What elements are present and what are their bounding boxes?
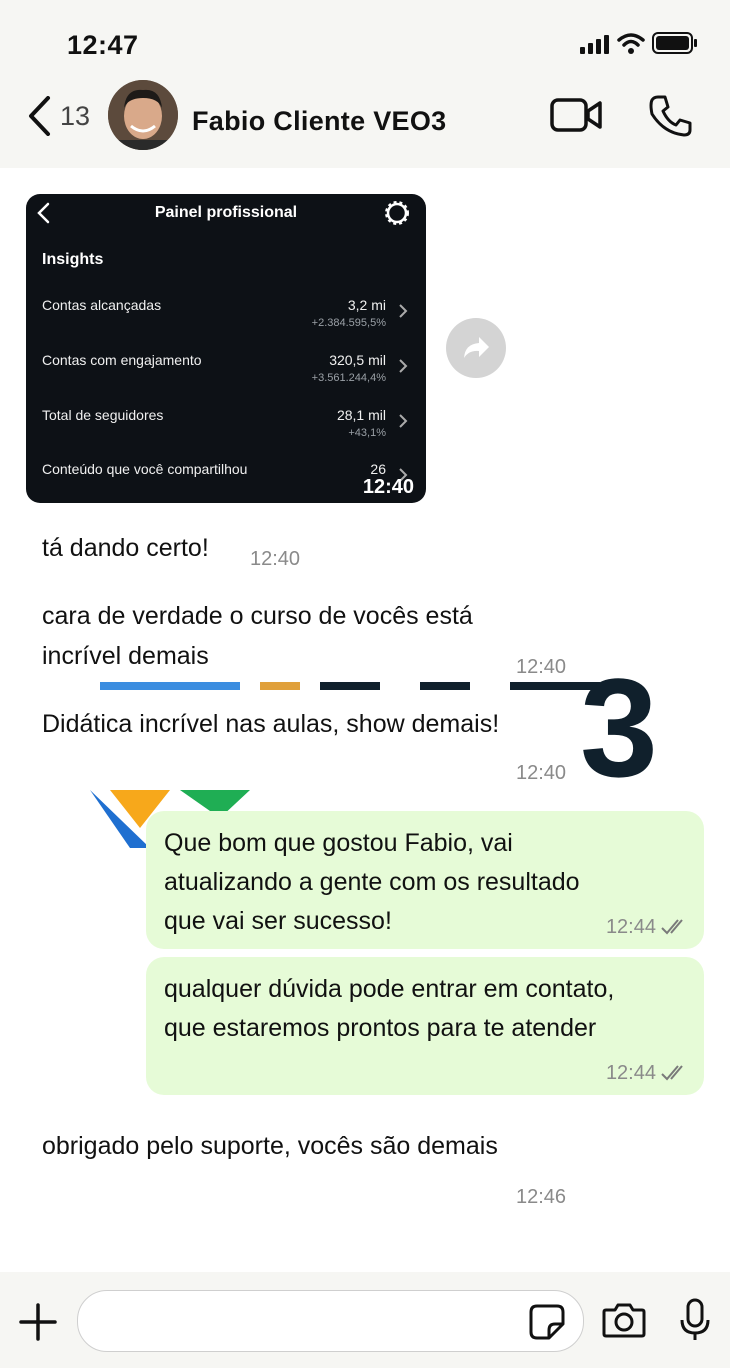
panel-title: Painel profissional bbox=[154, 204, 298, 221]
metric-label: Total de seguidores bbox=[42, 407, 164, 423]
message-text: cara de verdade o curso de vocês está in… bbox=[42, 602, 473, 670]
outgoing-message[interactable]: Que bom que gostou Fabio, vai atualizand… bbox=[146, 811, 704, 949]
sticker-icon[interactable] bbox=[529, 1304, 565, 1340]
chevron-left-icon bbox=[29, 96, 50, 136]
image-message[interactable]: Painel profissional Insights Contas alca… bbox=[26, 194, 426, 503]
metric-value: 28,1 mil bbox=[336, 407, 386, 423]
message-time: 12:44 bbox=[605, 916, 656, 938]
contact-name[interactable]: Fabio Cliente VEO3 bbox=[192, 106, 446, 137]
camera-icon bbox=[602, 1303, 646, 1338]
message-text: tá dando certo! bbox=[42, 534, 209, 562]
metric-row: Conteúdo que você compartilhou 26 bbox=[42, 461, 412, 501]
message-time: 12:46 bbox=[516, 1186, 567, 1208]
chevron-right-icon bbox=[399, 304, 408, 318]
unread-count: 13 bbox=[60, 100, 91, 131]
metric-value: 26 bbox=[370, 461, 386, 477]
message-text: Que bom que gostou Fabio, vai atualizand… bbox=[164, 829, 580, 935]
video-call-button[interactable] bbox=[550, 96, 602, 139]
voice-record-button[interactable] bbox=[678, 1298, 712, 1347]
insights-title: Insights bbox=[42, 251, 104, 268]
message-time: 12:40 bbox=[516, 762, 567, 784]
metric-delta: +2.384.595,5% bbox=[311, 317, 386, 329]
avatar[interactable] bbox=[108, 80, 178, 150]
status-time: 12:47 bbox=[67, 30, 139, 60]
message-text: qualquer dúvida pode entrar em contato, … bbox=[164, 975, 615, 1042]
forward-button[interactable] bbox=[446, 318, 506, 378]
microphone-icon bbox=[680, 1298, 710, 1340]
video-camera-icon bbox=[550, 98, 602, 132]
outgoing-message[interactable]: qualquer dúvida pode entrar em contato, … bbox=[146, 957, 704, 1095]
message-text: Didática incrível nas aulas, show demais… bbox=[42, 710, 500, 738]
wifi-icon bbox=[617, 33, 645, 54]
metric-delta: +3.561.244,4% bbox=[311, 372, 386, 384]
message-time: 12:40 bbox=[516, 656, 567, 678]
metric-label: Contas com engajamento bbox=[42, 352, 202, 368]
battery-icon bbox=[652, 32, 697, 54]
forward-icon bbox=[464, 337, 489, 358]
metric-row: Contas alcançadas 3,2 mi +2.384.595,5% bbox=[42, 297, 412, 337]
chat-header: 13 Fabio Cliente VEO3 bbox=[0, 80, 730, 168]
phone-icon bbox=[649, 95, 692, 137]
metric-label: Conteúdo que você compartilhou bbox=[42, 461, 248, 477]
plus-icon bbox=[19, 1303, 57, 1341]
read-receipt-icon bbox=[661, 1065, 683, 1081]
avatar-photo-icon bbox=[108, 80, 178, 150]
message-text: obrigado pelo suporte, vocês são demais bbox=[42, 1132, 498, 1160]
signal-icon bbox=[580, 35, 609, 54]
chat-area[interactable]: 3 Painel profissional Insights Contas al… bbox=[0, 168, 730, 1272]
status-bar: 12:47 bbox=[0, 0, 730, 80]
metric-value: 320,5 mil bbox=[329, 352, 386, 368]
metric-row: Total de seguidores 28,1 mil +43,1% bbox=[42, 407, 412, 447]
chevron-right-icon bbox=[399, 414, 408, 428]
image-time: 12:40 bbox=[362, 476, 414, 498]
message-time: 12:40 bbox=[250, 548, 301, 570]
gear-icon bbox=[385, 201, 409, 225]
camera-button[interactable] bbox=[602, 1302, 646, 1343]
composer-bar bbox=[0, 1272, 730, 1368]
metric-value: 3,2 mi bbox=[347, 297, 386, 313]
metric-label: Contas alcançadas bbox=[42, 297, 162, 313]
back-button[interactable]: 13 bbox=[26, 94, 96, 138]
metric-delta: +43,1% bbox=[348, 427, 386, 439]
chevron-right-icon bbox=[399, 359, 408, 373]
metric-row: Contas com engajamento 320,5 mil +3.561.… bbox=[42, 352, 412, 392]
add-attachment-button[interactable] bbox=[18, 1302, 58, 1347]
voice-call-button[interactable] bbox=[648, 94, 692, 143]
message-input[interactable] bbox=[77, 1290, 584, 1352]
read-receipt-icon bbox=[661, 919, 683, 935]
background-logo-text: 3 bbox=[580, 649, 658, 806]
message-time: 12:44 bbox=[605, 1062, 656, 1084]
